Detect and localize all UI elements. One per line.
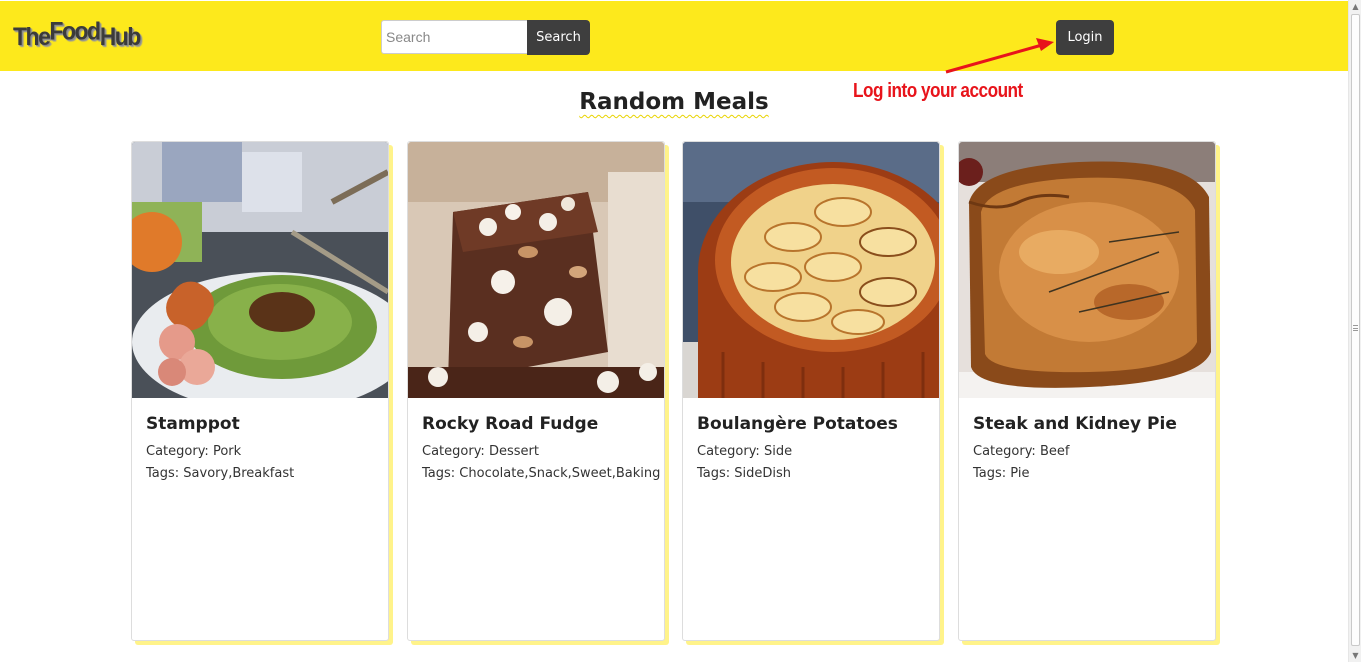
stamppot-image[interactable] [132,142,388,398]
grip-icon [1353,325,1358,331]
card-title[interactable]: Rocky Road Fudge [422,414,598,434]
scroll-up-icon[interactable]: ▲ [1351,2,1360,11]
steak-kidney-pie-image[interactable] [959,142,1215,398]
card-category: Category: Side [697,444,793,459]
card-tags: Tags: Chocolate,Snack,Sweet,Baking [422,466,661,481]
card-tags: Tags: Pie [973,466,1030,481]
vertical-scrollbar[interactable]: ▲ ▼ [1348,0,1361,662]
card-title[interactable]: Stamppot [146,414,240,434]
card-category: Category: Beef [973,444,1070,459]
search-button[interactable]: Search [527,20,590,55]
site-logo[interactable]: TheFoodHub [13,16,141,52]
meal-card[interactable]: Rocky Road Fudge Category: Dessert Tags:… [407,141,665,641]
card-tags: Tags: Savory,Breakfast [146,466,295,481]
navbar: TheFoodHub Search Login [0,1,1348,71]
login-button[interactable]: Login [1056,20,1114,55]
card-title[interactable]: Steak and Kidney Pie [973,414,1177,434]
scroll-down-icon[interactable]: ▼ [1351,651,1360,660]
meal-card[interactable]: Stamppot Category: Pork Tags: Savory,Bre… [131,141,389,641]
card-category: Category: Pork [146,444,242,459]
card-category: Category: Dessert [422,444,539,459]
card-title[interactable]: Boulangère Potatoes [697,414,898,434]
meal-card[interactable]: Steak and Kidney Pie Category: Beef Tags… [958,141,1216,641]
meal-card[interactable]: Boulangère Potatoes Category: Side Tags:… [682,141,940,641]
rocky-road-fudge-image[interactable] [408,142,664,398]
annotation-arrow-icon [945,38,1054,74]
scroll-thumb[interactable] [1351,14,1360,646]
boulangere-potatoes-image[interactable] [683,142,939,398]
page-title: Random Meals [579,89,769,115]
search-input[interactable] [381,20,527,54]
card-tags: Tags: SideDish [697,466,792,481]
search-form: Search [381,20,590,55]
